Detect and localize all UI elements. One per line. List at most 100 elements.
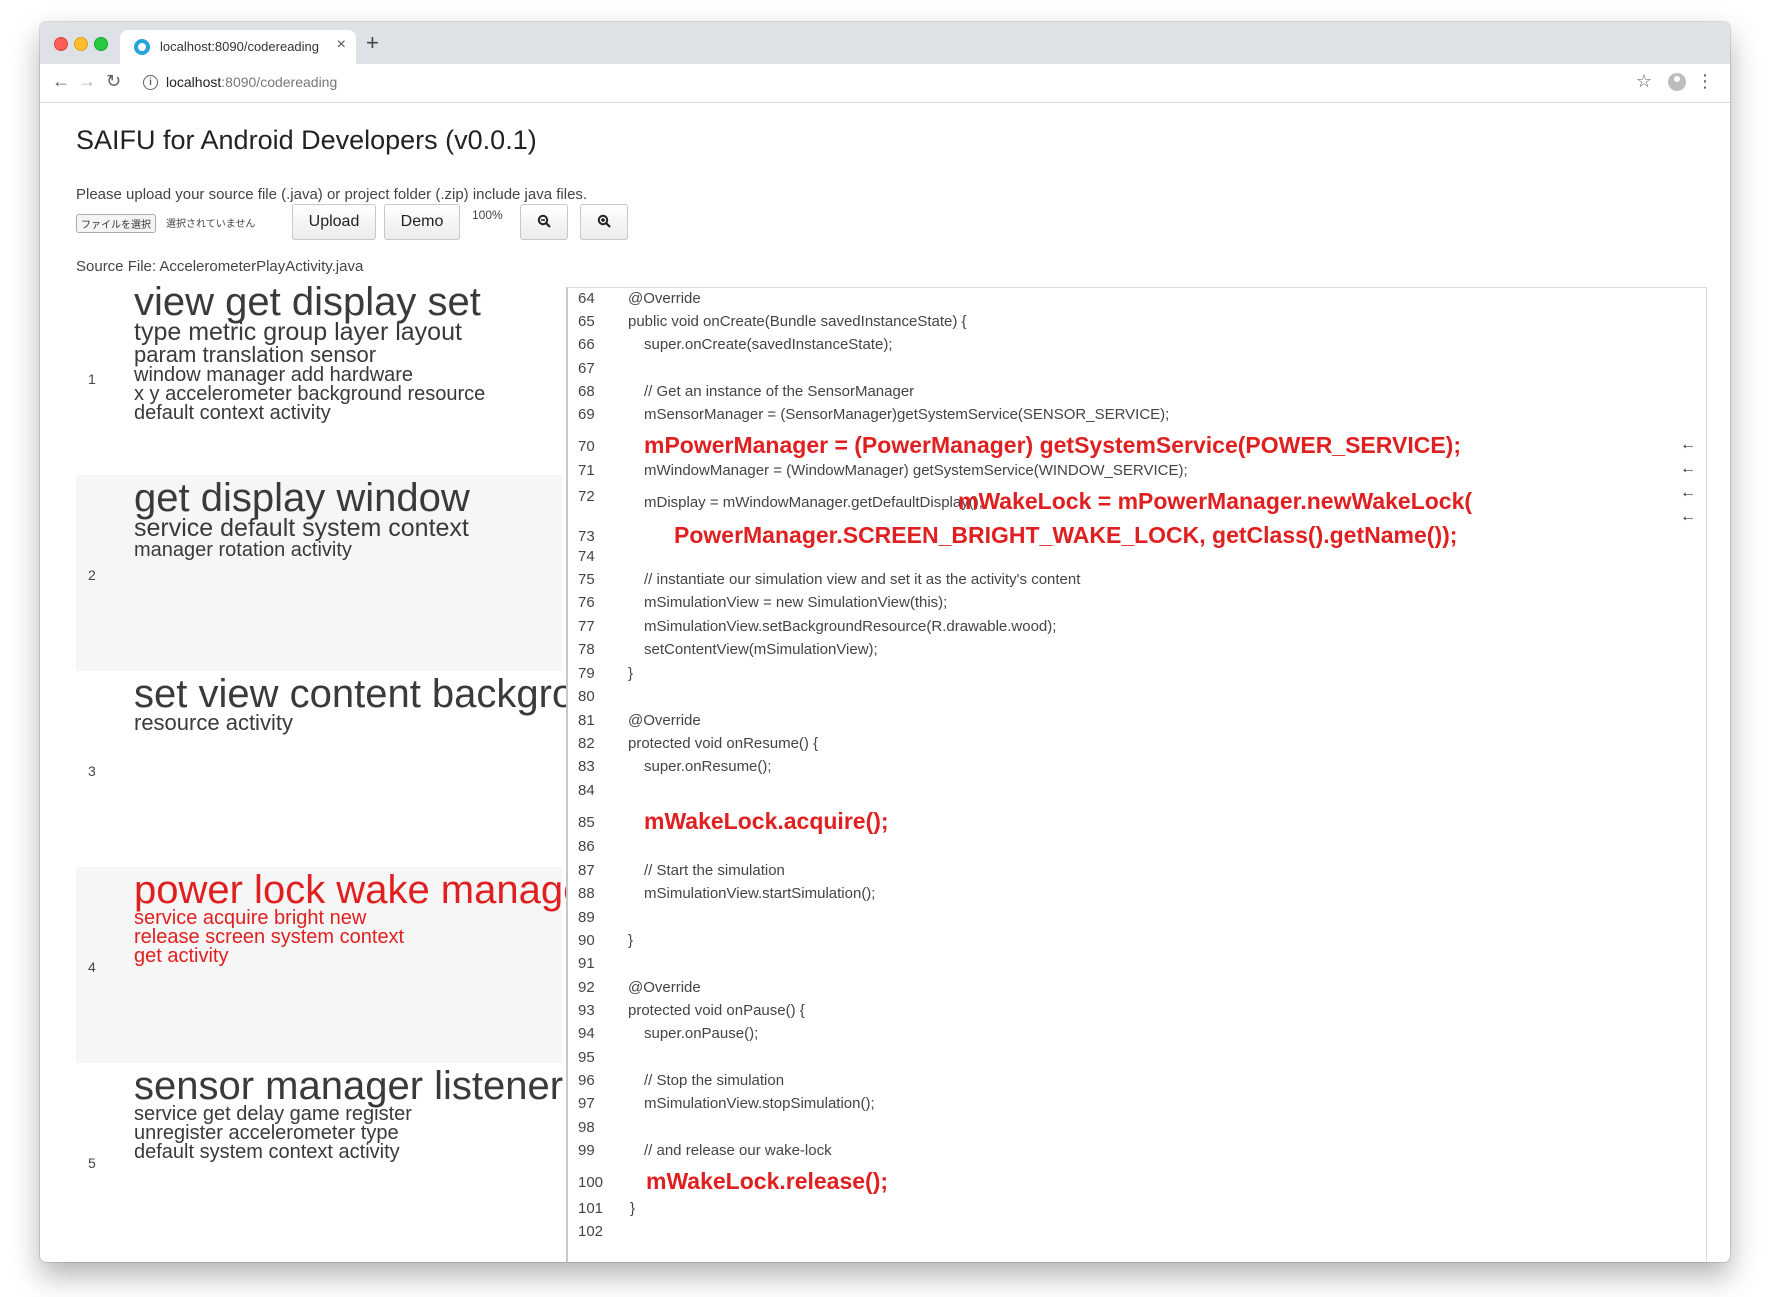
topic-word-cloud: get display window service default syste… <box>134 476 554 561</box>
code-text: } <box>628 932 634 949</box>
browser-toolbar: ← → ↻ i localhost:8090/codereading ☆ ⋮ <box>40 64 1730 103</box>
more-menu-icon[interactable]: ⋮ <box>1696 71 1714 92</box>
tab-close-icon[interactable]: × <box>337 36 346 54</box>
tab-title: localhost:8090/codereading <box>160 39 320 54</box>
line-number: 100 <box>578 1174 604 1191</box>
code-text: mWindowManager = (WindowManager) getSyst… <box>644 462 1188 479</box>
reload-icon[interactable]: ↻ <box>106 71 121 92</box>
line-number: 79 <box>578 665 595 682</box>
line-number: 90 <box>578 932 595 949</box>
topic-word-cloud: power lock wake manager service acquire … <box>134 868 599 966</box>
line-number: 85 <box>578 814 595 831</box>
line-number: 72 <box>578 488 595 505</box>
url-host: localhost <box>166 74 222 90</box>
line-number: 94 <box>578 1025 595 1042</box>
code-text: protected void onResume() { <box>628 735 819 752</box>
arrow-left-icon[interactable]: ← <box>1680 484 1696 502</box>
topic-number: 2 <box>88 567 96 583</box>
code-text: mPowerManager = (PowerManager) getSystem… <box>644 432 1461 458</box>
line-number: 73 <box>578 528 595 545</box>
line-number: 69 <box>578 406 595 423</box>
line-number: 95 <box>578 1049 595 1066</box>
upload-instructions: Please upload your source file (.java) o… <box>76 186 588 203</box>
code-text: } <box>630 1200 636 1217</box>
topic-words: x y accelerometer background resource <box>134 382 486 405</box>
forward-arrow-icon[interactable]: → <box>78 71 96 92</box>
browser-window: localhost:8090/codereading × + ← → ↻ i l… <box>40 22 1730 1262</box>
line-number: 74 <box>578 548 595 565</box>
arrow-left-icon[interactable]: ← <box>1680 460 1696 478</box>
topic-words: manager rotation activity <box>134 538 352 561</box>
topic-word-cloud: set view content background resource act… <box>134 672 641 734</box>
line-number: 82 <box>578 735 595 752</box>
line-number: 96 <box>578 1072 595 1089</box>
demo-button[interactable]: Demo <box>384 204 460 240</box>
line-number: 65 <box>578 313 595 330</box>
line-number: 92 <box>578 979 595 996</box>
arrow-left-icon[interactable]: ← <box>1680 508 1696 526</box>
code-text: // instantiate our simulation view and s… <box>644 571 1081 588</box>
tab-bar: localhost:8090/codereading × + <box>40 22 1730 64</box>
line-number: 64 <box>578 290 595 307</box>
code-text: PowerManager.SCREEN_BRIGHT_WAKE_LOCK, ge… <box>674 522 1458 548</box>
line-number: 88 <box>578 885 595 902</box>
browser-tab[interactable]: localhost:8090/codereading × <box>120 30 356 64</box>
zoom-level: 100% <box>472 208 503 222</box>
arrow-left-icon[interactable]: ← <box>1680 436 1696 454</box>
line-number: 71 <box>578 462 595 479</box>
topic-words: power lock wake manager <box>134 868 599 912</box>
code-text: mSimulationView = new SimulationView(thi… <box>644 594 948 611</box>
topic-5[interactable]: 5 sensor manager listener service get de… <box>76 1063 564 1259</box>
line-number: 76 <box>578 594 595 611</box>
address-bar[interactable]: localhost:8090/codereading <box>166 74 337 90</box>
zoom-out-button[interactable] <box>520 204 568 240</box>
topic-words: default system context activity <box>134 1141 400 1163</box>
profile-avatar-icon[interactable] <box>1668 73 1686 91</box>
topic-words: view get display set <box>134 280 481 324</box>
code-text: @Override <box>628 712 701 729</box>
close-window-button[interactable] <box>54 37 68 51</box>
back-arrow-icon[interactable]: ← <box>52 71 70 92</box>
page-content: SAIFU for Android Developers (v0.0.1) Pl… <box>40 103 1730 1262</box>
topic-words: param translation sensor <box>134 341 377 367</box>
code-text: // Get an instance of the SensorManager <box>644 383 915 400</box>
topic-words: window manager add hardware <box>134 363 414 386</box>
code-text: // Start the simulation <box>644 862 785 879</box>
code-text: public void onCreate(Bundle savedInstanc… <box>628 313 967 330</box>
line-number: 77 <box>578 618 595 635</box>
maximize-window-button[interactable] <box>94 37 108 51</box>
code-viewer: ← ← ← ← 64 @Override 65 public void onCreat… <box>566 287 1707 1262</box>
topic-words: sensor manager listener <box>134 1064 564 1108</box>
line-number: 101 <box>578 1200 604 1217</box>
new-tab-button[interactable]: + <box>366 30 379 56</box>
bookmark-star-icon[interactable]: ☆ <box>1636 71 1652 92</box>
info-icon[interactable]: i <box>143 75 158 90</box>
upload-button[interactable]: Upload <box>292 204 376 240</box>
code-text: protected void onPause() { <box>628 1002 805 1019</box>
topic-1[interactable]: 1 view get display set type metric group… <box>76 279 562 475</box>
topic-2[interactable]: 2 get display window service default sys… <box>76 475 562 671</box>
line-number: 70 <box>578 438 595 455</box>
choose-file-button[interactable]: ファイルを選択 <box>76 214 156 233</box>
topic-3[interactable]: 3 set view content background resource a… <box>76 671 641 867</box>
code-text: mWakeLock.release(); <box>646 1168 889 1194</box>
line-number: 93 <box>578 1002 595 1019</box>
topic-words: service default system context <box>134 514 469 542</box>
line-number: 97 <box>578 1095 595 1112</box>
line-number: 78 <box>578 641 595 658</box>
line-number: 80 <box>578 688 595 705</box>
topic-words: get display window <box>134 476 470 520</box>
line-number: 84 <box>578 782 595 799</box>
file-status: 選択されていません <box>166 219 256 230</box>
topic-number: 5 <box>88 1155 96 1171</box>
line-number: 81 <box>578 712 595 729</box>
zoom-in-button[interactable] <box>580 204 628 240</box>
line-number: 68 <box>578 383 595 400</box>
minimize-window-button[interactable] <box>74 37 88 51</box>
line-number: 66 <box>578 336 595 353</box>
line-number: 91 <box>578 955 595 972</box>
topic-words: set view content background <box>134 672 641 716</box>
line-number: 83 <box>578 758 595 775</box>
topic-4[interactable]: 4 power lock wake manager service acquir… <box>76 867 599 1063</box>
code-text: @Override <box>628 979 701 996</box>
